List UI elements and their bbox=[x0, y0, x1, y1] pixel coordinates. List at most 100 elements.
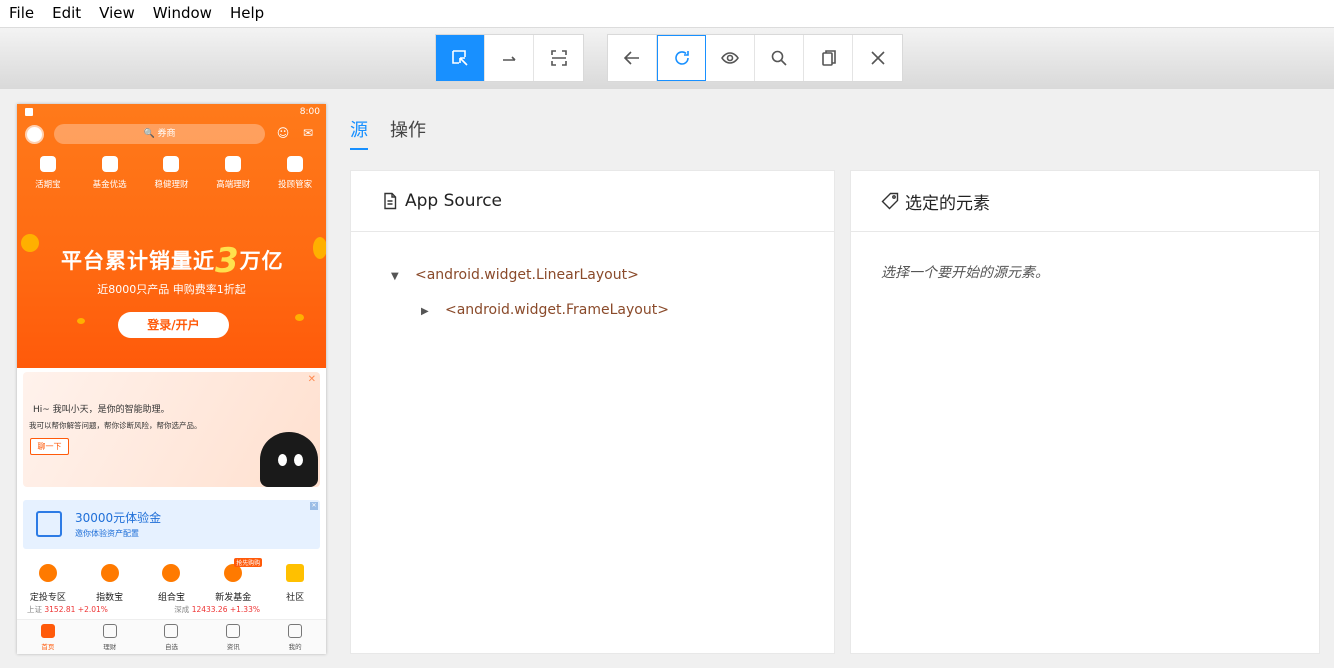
device-screenshot[interactable]: 8:00 🔍 券商 ☺ ✉ 活期宝 基金优选 稳健理财 高端理财 投顾管家 平台… bbox=[17, 104, 326, 654]
app-search-bar[interactable]: 🔍 券商 bbox=[54, 124, 265, 144]
selected-element-header: 选定的元素 bbox=[851, 171, 1319, 232]
notification-icon bbox=[25, 108, 33, 116]
login-button[interactable]: 登录/开户 bbox=[118, 312, 229, 338]
nav-item[interactable]: 基金优选 bbox=[80, 154, 140, 190]
file-icon bbox=[384, 192, 397, 210]
grid-item[interactable]: 定投专区 bbox=[19, 562, 77, 603]
interaction-mode-group bbox=[435, 34, 584, 82]
caret-right-icon[interactable]: ▶ bbox=[421, 306, 435, 317]
tree-node-framelayout[interactable]: ▶ <android.widget.FrameLayout> bbox=[421, 302, 669, 318]
assistant-card[interactable]: ✕ Hi~ 我叫小天，是你的智能助理。 我可以帮你解答问题，帮你诊断风险，帮你选… bbox=[23, 372, 320, 487]
experience-gold-card[interactable]: 30000元体验金 邀你体验资产配置 ✕ bbox=[23, 500, 320, 549]
diamond-icon bbox=[225, 156, 242, 172]
nav-item[interactable]: 稳健理财 bbox=[141, 154, 201, 190]
tab-news[interactable]: 资讯 bbox=[208, 620, 258, 654]
quit-session-button[interactable] bbox=[853, 35, 902, 81]
wallet-icon bbox=[102, 624, 117, 638]
home-icon bbox=[40, 624, 55, 638]
toggle-visibility-button[interactable] bbox=[706, 35, 755, 81]
caret-down-icon[interactable]: ▼ bbox=[391, 271, 405, 282]
refresh-icon bbox=[674, 51, 689, 65]
refresh-button[interactable] bbox=[657, 35, 706, 81]
ticker-sh-label: 上证 bbox=[27, 605, 42, 614]
banner-title: 平台累计销量近3万亿 bbox=[61, 241, 284, 281]
search-button[interactable] bbox=[755, 35, 804, 81]
banner-subtitle: 近8000只产品 申购费率1折起 bbox=[97, 283, 246, 296]
pie-icon bbox=[162, 564, 181, 582]
select-element-icon bbox=[452, 50, 468, 66]
gold-subtitle: 邀你体验资产配置 bbox=[75, 529, 139, 538]
app-source-panel: App Source ▼ <android.widget.LinearLayout… bbox=[350, 170, 835, 654]
feature-grid: 定投专区 指数宝 组合宝 抢先购购 新发基金 社区 bbox=[17, 558, 326, 603]
lock-icon bbox=[163, 156, 180, 172]
app-source-header: App Source bbox=[351, 171, 834, 232]
close-icon[interactable]: ✕ bbox=[310, 502, 318, 510]
market-ticker[interactable]: 上证 3152.81 +2.01% 深成 12433.26 +1.33% bbox=[27, 604, 317, 615]
nav-item[interactable]: 投顾管家 bbox=[265, 154, 325, 190]
chat-bubble-icon bbox=[286, 564, 305, 582]
device-actions-group bbox=[607, 34, 903, 82]
grid-item[interactable]: 抢先购购 新发基金 bbox=[204, 558, 263, 603]
selected-element-panel: 选定的元素 选择一个要开始的源元素。 bbox=[850, 170, 1320, 654]
back-arrow-icon bbox=[623, 51, 639, 65]
service-icon[interactable]: ☺ bbox=[276, 126, 290, 140]
grid-item[interactable]: 组合宝 bbox=[142, 562, 200, 603]
news-icon bbox=[226, 624, 241, 638]
ticker-sz-value: 12433.26 +1.33% bbox=[191, 605, 260, 614]
swipe-icon bbox=[503, 56, 516, 61]
back-button[interactable] bbox=[608, 35, 657, 81]
copy-xml-button[interactable] bbox=[804, 35, 853, 81]
toolbar bbox=[0, 27, 1334, 89]
inspector-tabs: 源 操作 bbox=[350, 116, 448, 150]
eye-icon bbox=[721, 52, 739, 64]
grid-item[interactable]: 社区 bbox=[266, 562, 324, 603]
select-element-button[interactable] bbox=[436, 35, 485, 81]
menu-file[interactable]: File bbox=[0, 0, 43, 27]
menu-edit[interactable]: Edit bbox=[43, 0, 90, 27]
tab-source[interactable]: 源 bbox=[350, 116, 368, 150]
coin-decoration bbox=[313, 237, 326, 259]
coin-decoration bbox=[295, 314, 304, 321]
tab-watchlist[interactable]: 自选 bbox=[146, 620, 196, 654]
grid-item[interactable]: 指数宝 bbox=[81, 562, 139, 603]
copy-icon bbox=[822, 50, 836, 66]
status-bar: 8:00 bbox=[17, 104, 326, 122]
assistant-greeting: Hi~ 我叫小天，是你的智能助理。 bbox=[33, 405, 170, 415]
wallet-icon bbox=[39, 156, 56, 172]
coin-decoration bbox=[21, 234, 39, 252]
assistant-description: 我可以帮你解答问题，帮你诊断风险，帮你选产品。 bbox=[29, 421, 202, 430]
nav-item[interactable]: 活期宝 bbox=[18, 154, 78, 190]
tree-node-linearlayout[interactable]: ▼ <android.widget.LinearLayout> bbox=[391, 267, 639, 283]
quick-nav: 活期宝 基金优选 稳健理财 高端理财 投顾管家 bbox=[17, 154, 326, 190]
tab-mine[interactable]: 我的 bbox=[270, 620, 320, 654]
grid-badge: 抢先购购 bbox=[234, 558, 263, 567]
bottom-tab-bar: 首页 理财 自选 资讯 我的 bbox=[17, 619, 326, 654]
tag-icon bbox=[881, 192, 899, 210]
ticker-sz-label: 深成 bbox=[174, 605, 190, 614]
menu-window[interactable]: Window bbox=[144, 0, 221, 27]
menu-view[interactable]: View bbox=[90, 0, 144, 27]
menu-help[interactable]: Help bbox=[221, 0, 273, 27]
chat-button[interactable]: 聊一下 bbox=[30, 438, 69, 455]
avatar[interactable] bbox=[25, 125, 44, 144]
fund-icon bbox=[101, 156, 118, 172]
tab-home[interactable]: 首页 bbox=[23, 620, 73, 654]
mail-icon[interactable]: ✉ bbox=[301, 126, 315, 140]
clock-icon bbox=[38, 564, 57, 582]
app-source-title: App Source bbox=[405, 191, 503, 211]
tap-region-button[interactable] bbox=[534, 35, 583, 81]
close-icon[interactable]: ✕ bbox=[308, 374, 316, 385]
tap-region-icon bbox=[550, 50, 567, 66]
nav-item[interactable]: 高端理财 bbox=[203, 154, 263, 190]
swipe-button[interactable] bbox=[485, 35, 534, 81]
tab-actions[interactable]: 操作 bbox=[390, 116, 426, 150]
gold-title: 30000元体验金 bbox=[75, 511, 162, 525]
close-icon bbox=[870, 51, 885, 65]
tab-finance[interactable]: 理财 bbox=[85, 620, 135, 654]
selected-element-hint: 选择一个要开始的源元素。 bbox=[881, 265, 1049, 281]
robot-mascot-icon bbox=[260, 432, 318, 487]
star-icon bbox=[164, 624, 179, 638]
certificate-icon bbox=[36, 511, 62, 537]
ticker-sh-value: 3152.81 +2.01% bbox=[44, 605, 108, 614]
trend-icon bbox=[100, 564, 119, 582]
